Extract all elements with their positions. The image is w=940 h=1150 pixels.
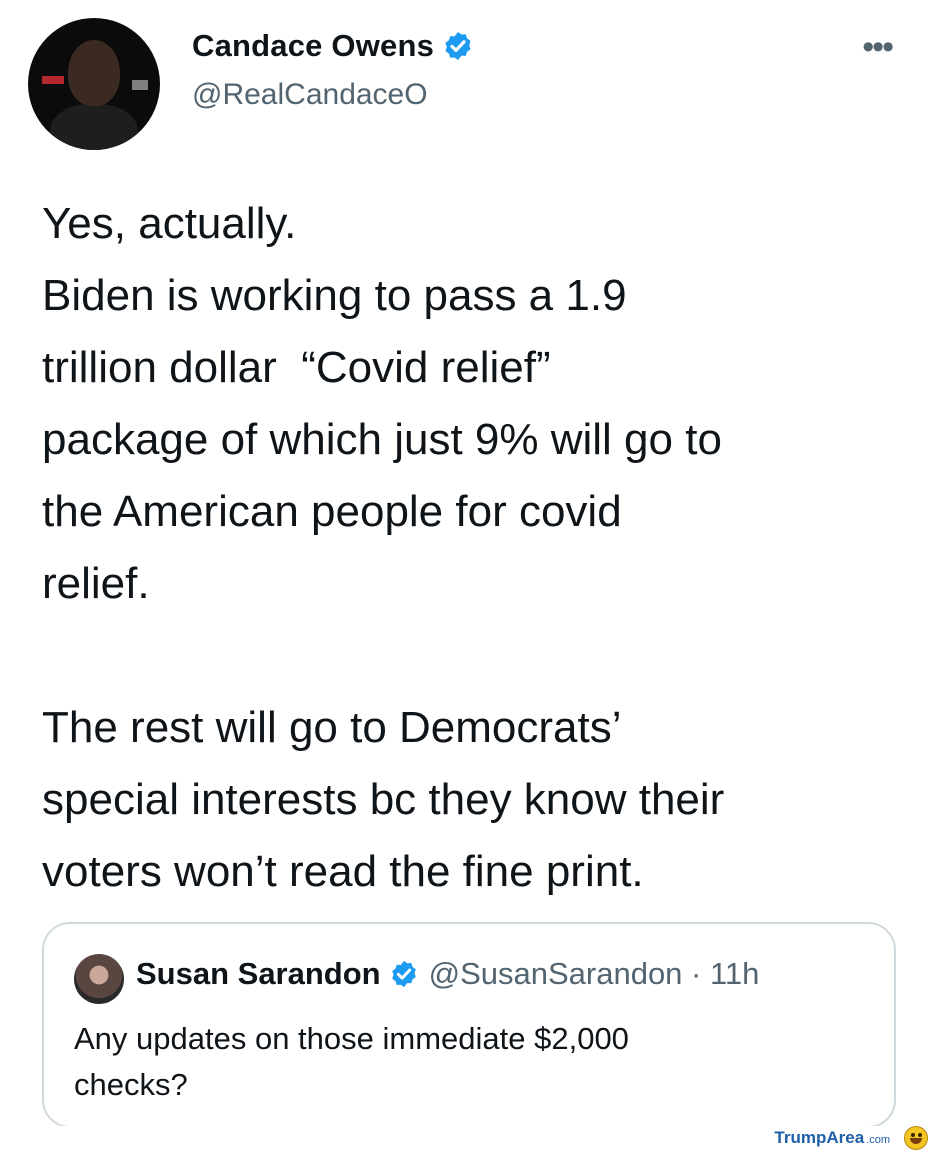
watermark-brand: TrumpArea bbox=[774, 1128, 865, 1147]
avatar-graphic-left bbox=[42, 76, 64, 84]
watermark-suffix: .com bbox=[866, 1134, 890, 1146]
more-options-icon[interactable]: ••• bbox=[862, 30, 894, 64]
watermark-logo: TrumpArea .com bbox=[774, 1128, 890, 1148]
tweet-card: Candace Owens @RealCandaceO ••• Yes, act… bbox=[0, 0, 940, 1128]
watermark-bar: TrumpArea .com bbox=[0, 1126, 940, 1150]
verified-badge-icon bbox=[391, 960, 416, 988]
quoted-author-name[interactable]: Susan Sarandon bbox=[136, 956, 381, 992]
quoted-tweet[interactable]: Susan Sarandon @SusanSarandon · 11h Any … bbox=[42, 922, 896, 1128]
avatar-graphic-right bbox=[132, 80, 148, 90]
avatar-shoulders bbox=[50, 104, 138, 150]
quoted-author-row: Susan Sarandon @SusanSarandon · 11h bbox=[136, 956, 759, 992]
author-name-row[interactable]: Candace Owens bbox=[192, 28, 474, 64]
author-avatar[interactable] bbox=[28, 18, 160, 150]
author-handle[interactable]: @RealCandaceO bbox=[192, 78, 428, 112]
verified-badge-icon bbox=[445, 32, 471, 60]
quoted-author-avatar[interactable] bbox=[74, 954, 124, 1004]
grinning-face-icon bbox=[904, 1126, 928, 1150]
quoted-tweet-text: Any updates on those immediate $2,000 ch… bbox=[74, 1021, 629, 1102]
avatar-face bbox=[68, 40, 120, 106]
author-display-name[interactable]: Candace Owens bbox=[192, 28, 434, 64]
quoted-author-handle-time: @SusanSarandon · 11h bbox=[428, 956, 760, 991]
tweet-text: Yes, actually. Biden is working to pass … bbox=[42, 199, 725, 896]
